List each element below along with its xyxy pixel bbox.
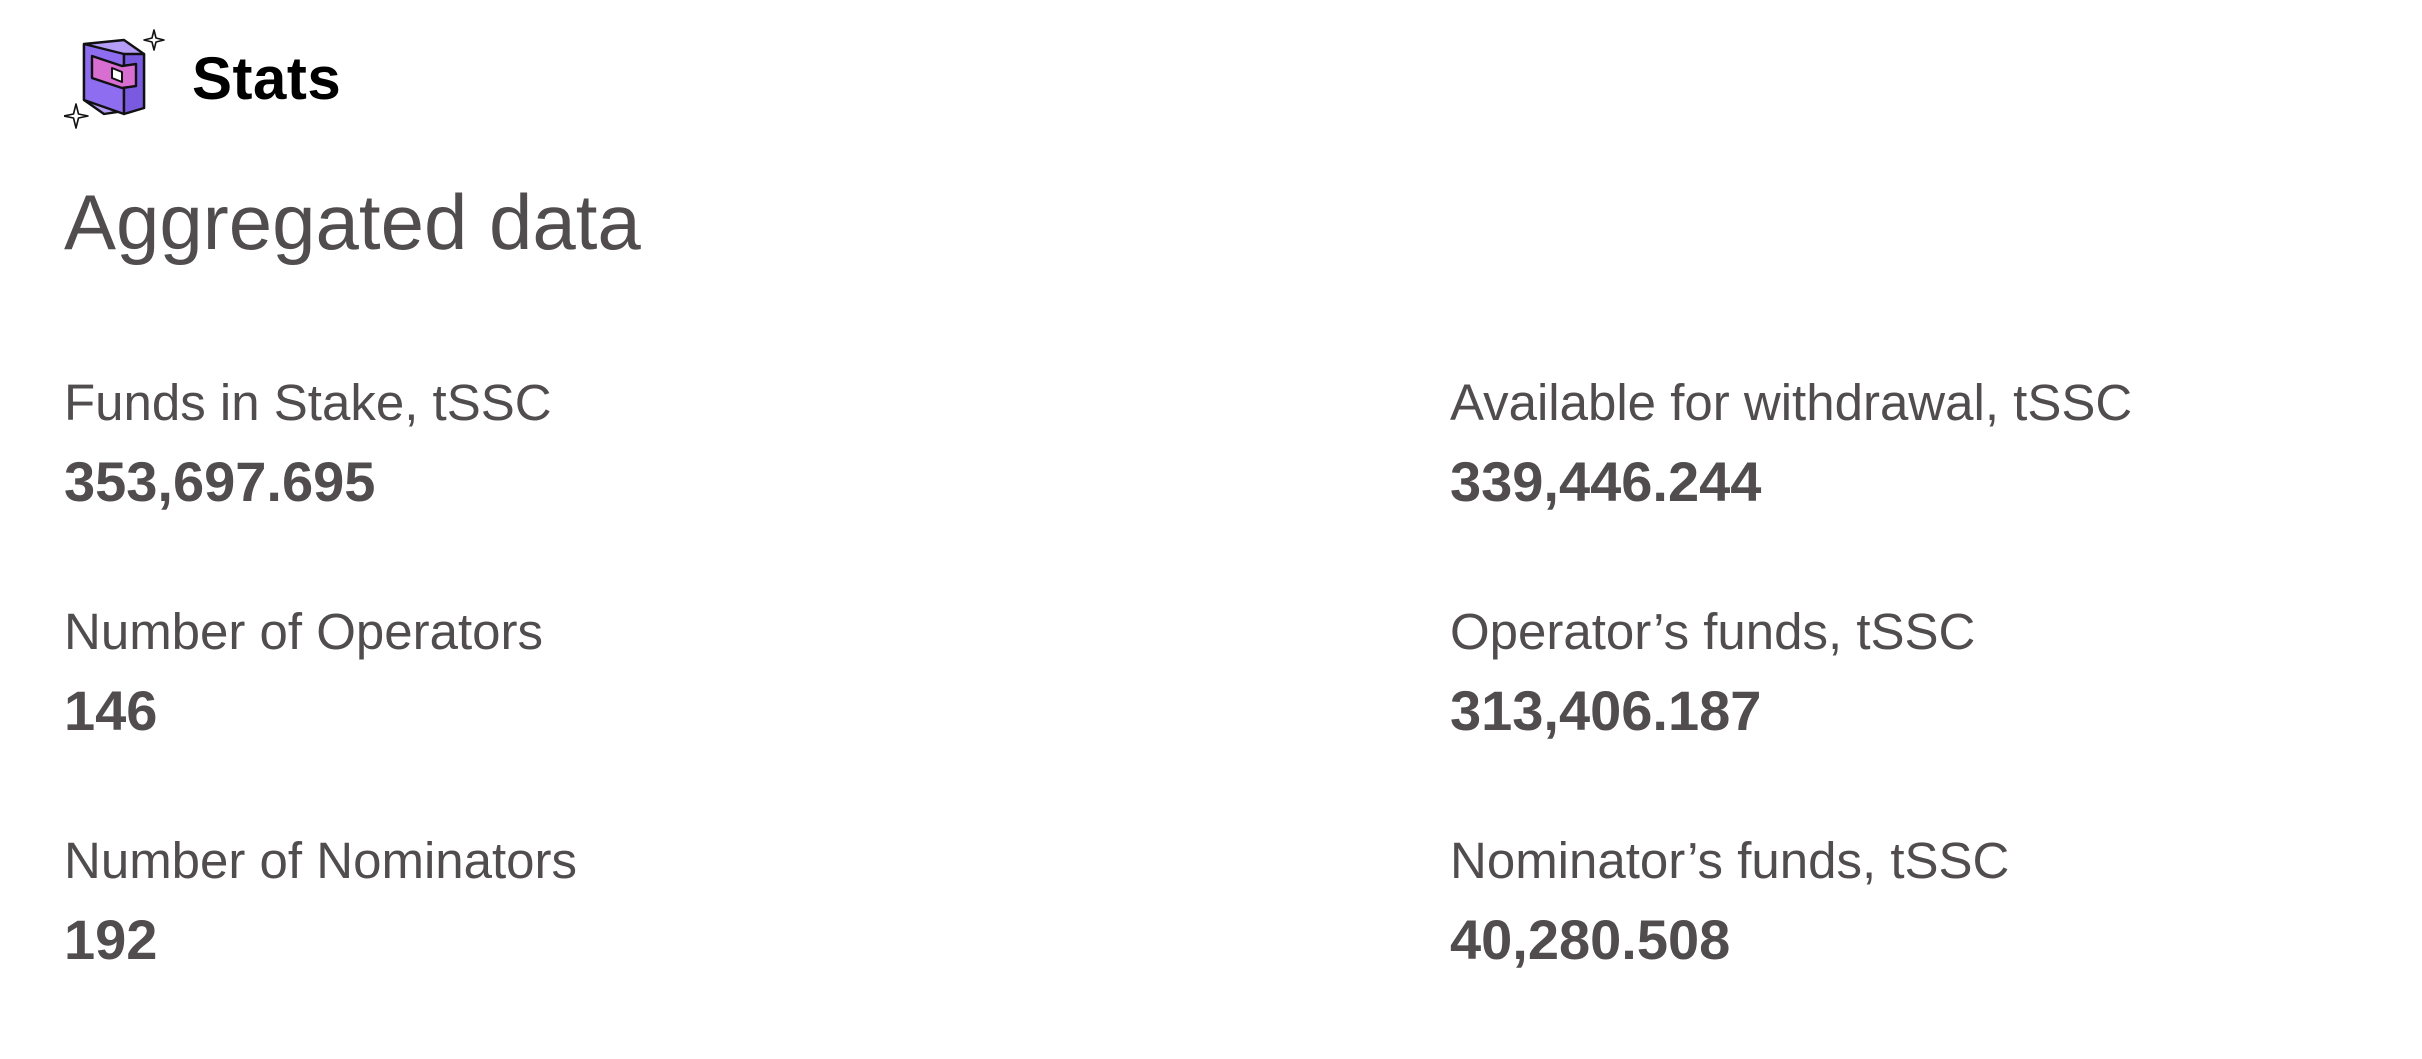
stat-value: 192: [64, 908, 158, 972]
stat-label: Operator’s funds, tSSC: [1450, 603, 1976, 660]
stat-number-of-operators: Number of Operators 146: [64, 601, 1450, 830]
stat-value: 339,446.244: [1450, 450, 1762, 514]
stat-value: 40,280.508: [1450, 908, 1731, 972]
stat-value: 353,697.695: [64, 450, 376, 514]
stat-operators-funds: Operator’s funds, tSSC 313,406.187: [1450, 601, 2384, 830]
stat-label: Number of Nominators: [64, 832, 578, 889]
stat-funds-in-stake: Funds in Stake, tSSC 353,697.695: [64, 372, 1450, 601]
page-title: Stats: [192, 44, 342, 112]
stat-label: Nominator’s funds, tSSC: [1450, 832, 2010, 889]
stat-label: Available for withdrawal, tSSC: [1450, 374, 2133, 431]
header: Stats: [64, 26, 341, 130]
stat-available-for-withdrawal: Available for withdrawal, tSSC 339,446.2…: [1450, 372, 2384, 601]
stat-number-of-nominators: Number of Nominators 192: [64, 830, 1450, 1059]
stat-value: 146: [64, 679, 158, 743]
section-title: Aggregated data: [64, 178, 641, 266]
stat-label: Funds in Stake, tSSC: [64, 374, 552, 431]
stats-grid: Funds in Stake, tSSC 353,697.695 Availab…: [64, 372, 2384, 1059]
stat-value: 313,406.187: [1450, 679, 1762, 743]
stat-label: Number of Operators: [64, 603, 544, 660]
stat-nominators-funds: Nominator’s funds, tSSC 40,280.508: [1450, 830, 2384, 1059]
wallet-icon: [64, 29, 165, 129]
